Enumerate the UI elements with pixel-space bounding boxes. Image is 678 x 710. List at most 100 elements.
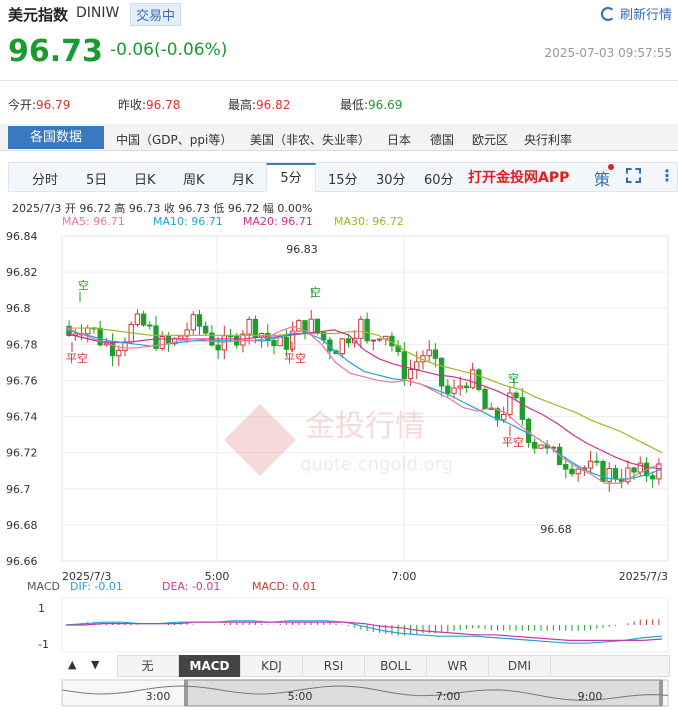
candle-body xyxy=(277,336,283,347)
y-tick-label: 96.66 xyxy=(6,555,38,568)
candle-body xyxy=(196,314,203,327)
navigator-tick: 9:00 xyxy=(578,690,603,703)
candle-body xyxy=(414,361,420,370)
navigator-tick: 5:00 xyxy=(288,690,313,703)
indicator-boll[interactable]: BOLL xyxy=(365,655,427,677)
candle-body xyxy=(476,369,482,390)
y-tick-label: 96.78 xyxy=(6,338,38,351)
y-tick-label: 96.8 xyxy=(6,302,31,315)
buy-signal-2: 平空 xyxy=(284,351,306,365)
candle-body xyxy=(519,397,525,420)
buy-signal-3: 平空 xyxy=(502,435,524,449)
dif-legend: DIF: -0.01 xyxy=(70,580,123,593)
navigator-tick: 7:00 xyxy=(436,690,461,703)
candle-body xyxy=(563,464,569,470)
candle-body xyxy=(501,414,507,421)
price-chart[interactable]: 金投行情 quote.cngold.org 96.84 96.82 96.8 96.7… xyxy=(0,0,678,710)
candle-body xyxy=(271,340,277,347)
candle-body xyxy=(407,368,414,380)
candle-body xyxy=(364,318,370,342)
candle-body xyxy=(482,388,488,409)
indicator-dmi[interactable]: DMI xyxy=(489,655,551,677)
navigator-handle-right xyxy=(659,680,663,706)
watermark-logo xyxy=(224,404,296,476)
candle-body xyxy=(134,313,141,325)
dea-legend: DEA: -0.01 xyxy=(162,580,221,593)
candle-body xyxy=(140,313,147,326)
low-annotation: 96.68 xyxy=(540,523,572,536)
candle-body xyxy=(203,325,209,334)
y-tick-label: 96.72 xyxy=(6,447,38,460)
x-tick-end: 2025/7/3 xyxy=(619,570,668,583)
indicator-rsi[interactable]: RSI xyxy=(303,655,365,677)
candle-body xyxy=(159,336,165,349)
scroll-down-button[interactable]: ▼ xyxy=(91,658,99,671)
candle-body xyxy=(345,338,352,344)
macd-frame xyxy=(61,597,669,653)
candle-body xyxy=(190,314,196,331)
ma20-line xyxy=(65,329,663,470)
y-tick-label: 96.82 xyxy=(6,266,38,279)
y-tick-label: 96.84 xyxy=(6,230,38,243)
y-tick-label: 96.7 xyxy=(6,483,31,496)
candle-body xyxy=(308,318,314,335)
y-tick-label: 96.76 xyxy=(6,374,38,387)
y-tick-label: 96.74 xyxy=(6,411,38,424)
candle-body xyxy=(445,385,451,394)
candle-body xyxy=(538,444,544,449)
candle-body xyxy=(178,335,184,340)
candle-body xyxy=(116,349,122,357)
watermark-url: quote.cngold.org xyxy=(300,454,453,475)
candle-body xyxy=(370,339,376,342)
dea-line xyxy=(66,621,663,642)
candle-body xyxy=(339,338,345,355)
x-tick-7: 7:00 xyxy=(392,570,417,583)
navigator-handle-left xyxy=(184,680,188,706)
candle-body xyxy=(457,385,463,389)
high-annotation: 96.83 xyxy=(286,243,318,256)
candle-body xyxy=(97,327,103,346)
candle-body xyxy=(569,468,575,475)
candle-body xyxy=(215,344,221,351)
macd-title: MACD xyxy=(27,580,60,593)
candle-body xyxy=(650,475,656,480)
candle-body xyxy=(358,318,364,339)
sell-signal-1: 空 xyxy=(78,278,89,292)
sell-signal-3: 空 xyxy=(508,371,519,385)
candle-body xyxy=(612,468,619,480)
candle-body xyxy=(451,387,457,394)
candle-body xyxy=(513,392,519,399)
watermark-text: 金投行情 xyxy=(305,409,425,444)
indicator-none[interactable]: 无 xyxy=(117,655,179,677)
candle-body xyxy=(426,349,432,357)
candle-body xyxy=(532,441,538,449)
macd-y-tick: -1 xyxy=(38,638,49,651)
candle-body xyxy=(252,318,259,338)
candle-body xyxy=(85,327,91,335)
candle-body xyxy=(656,463,662,480)
indicator-kdj[interactable]: KDJ xyxy=(241,655,303,677)
candle-body xyxy=(594,460,600,463)
candle-body xyxy=(401,351,408,380)
candle-body xyxy=(283,336,290,350)
candle-body xyxy=(432,349,439,359)
indicator-macd[interactable]: MACD xyxy=(179,655,241,677)
scroll-up-button[interactable]: ▲ xyxy=(68,658,76,671)
y-tick-label: 96.68 xyxy=(6,519,38,532)
candle-body xyxy=(469,369,476,389)
candle-body xyxy=(631,467,637,473)
candle-body xyxy=(246,318,252,335)
macd-y-tick: 1 xyxy=(38,602,45,615)
buy-signal-1: 平空 xyxy=(66,351,88,365)
candle-body xyxy=(575,468,581,475)
plot-frame xyxy=(61,235,669,562)
sell-signal-2: 空 xyxy=(310,285,321,299)
candle-body xyxy=(587,460,594,469)
indicator-wr[interactable]: WR xyxy=(427,655,489,677)
macd-value-legend: MACD: 0.01 xyxy=(252,580,317,593)
candle-body xyxy=(463,385,470,389)
candle-body xyxy=(438,357,445,387)
candle-body xyxy=(376,338,383,341)
candle-body xyxy=(147,324,153,327)
candle-body xyxy=(600,461,606,482)
